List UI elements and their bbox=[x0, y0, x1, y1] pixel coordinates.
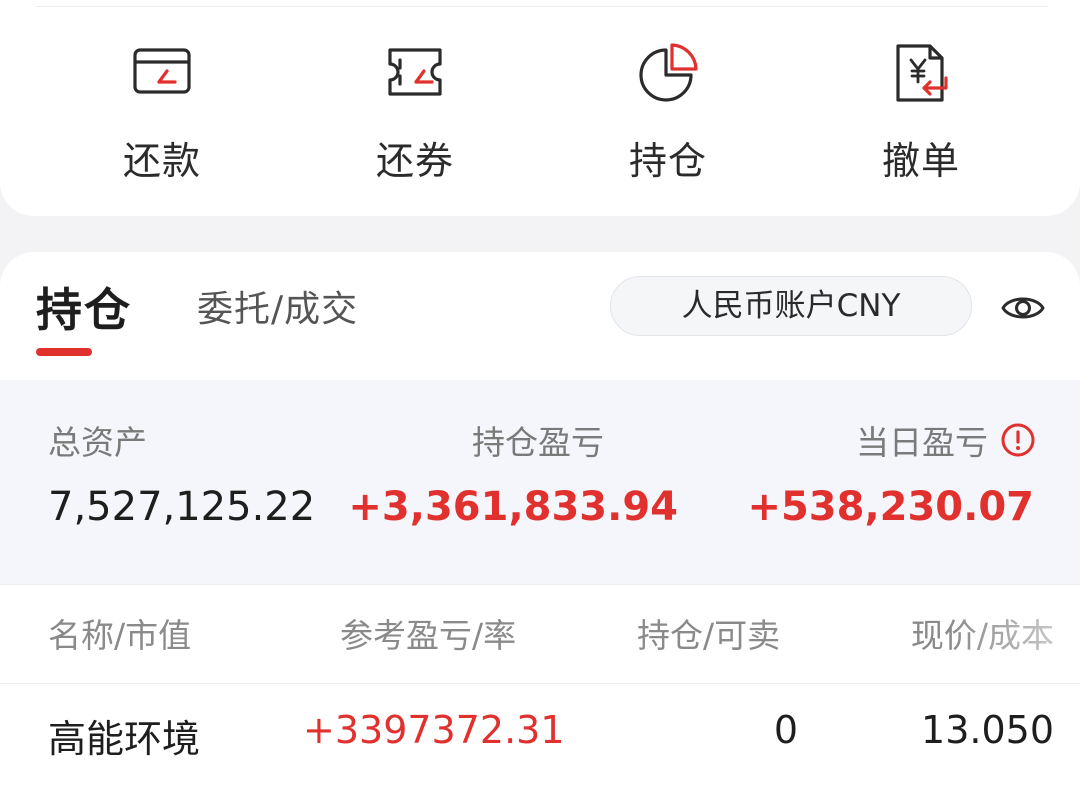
active-tab-indicator bbox=[36, 348, 92, 356]
today-pl-label: 当日盈亏 bbox=[856, 423, 988, 462]
asset-summary: 总资产 7,527,125.22 持仓盈亏 +3,361,833.94 当日盈亏… bbox=[0, 380, 1080, 584]
divider bbox=[36, 6, 1048, 7]
stock-name: 高能环境 bbox=[48, 717, 201, 761]
total-assets-value: 7,527,125.22 bbox=[48, 484, 316, 530]
positions-panel: 持仓 委托/成交 人民币账户CNY 总资产 7,527,125.22 持仓盈亏 … bbox=[0, 252, 1080, 794]
holdings-button[interactable]: 持仓 bbox=[578, 38, 758, 185]
tab-orders-trades[interactable]: 委托/成交 bbox=[197, 280, 358, 332]
column-header-pl-rate[interactable]: 参考盈亏/率 bbox=[340, 609, 516, 657]
total-assets-label: 总资产 bbox=[48, 423, 147, 462]
repay-card-icon bbox=[133, 48, 191, 94]
return-securities-button[interactable]: 还券 bbox=[325, 38, 505, 185]
holding-pl-value: +3,361,833.94 bbox=[348, 484, 678, 530]
quick-actions-card: 还款 还券 持仓 撤单 bbox=[0, 0, 1080, 216]
account-selector[interactable]: 人民币账户CNY bbox=[610, 276, 972, 336]
holdings-table-header: 名称/市值 参考盈亏/率 持仓/可卖 现价/成本 bbox=[0, 584, 1080, 684]
today-pl-value: +538,230.07 bbox=[747, 484, 1034, 530]
cancel-order-button[interactable]: 撤单 bbox=[831, 38, 1011, 185]
cancel-order-document-icon bbox=[896, 44, 948, 102]
return-securities-label: 还券 bbox=[375, 139, 454, 183]
cancel-order-label: 撤单 bbox=[881, 139, 960, 183]
column-header-price-cost[interactable]: 现价/成本 bbox=[911, 609, 1054, 657]
stock-holding: 0 bbox=[773, 708, 798, 752]
repay-button[interactable]: 还款 bbox=[72, 38, 252, 185]
eye-icon[interactable] bbox=[1000, 285, 1046, 331]
return-ticket-icon bbox=[388, 48, 442, 96]
pie-chart-icon bbox=[639, 43, 698, 102]
table-row[interactable]: 高能环境 +3397372.31 0 13.050 bbox=[0, 684, 1080, 794]
holdings-label: 持仓 bbox=[628, 139, 707, 183]
info-alert-icon[interactable] bbox=[1000, 422, 1036, 458]
holding-pl-label: 持仓盈亏 bbox=[472, 423, 604, 462]
column-header-name-value[interactable]: 名称/市值 bbox=[48, 609, 191, 657]
stock-pl: +3397372.31 bbox=[303, 708, 565, 752]
tab-holdings[interactable]: 持仓 bbox=[36, 274, 132, 340]
column-header-holding-sellable[interactable]: 持仓/可卖 bbox=[637, 609, 780, 657]
stock-price: 13.050 bbox=[921, 708, 1054, 752]
repay-label: 还款 bbox=[122, 139, 201, 183]
